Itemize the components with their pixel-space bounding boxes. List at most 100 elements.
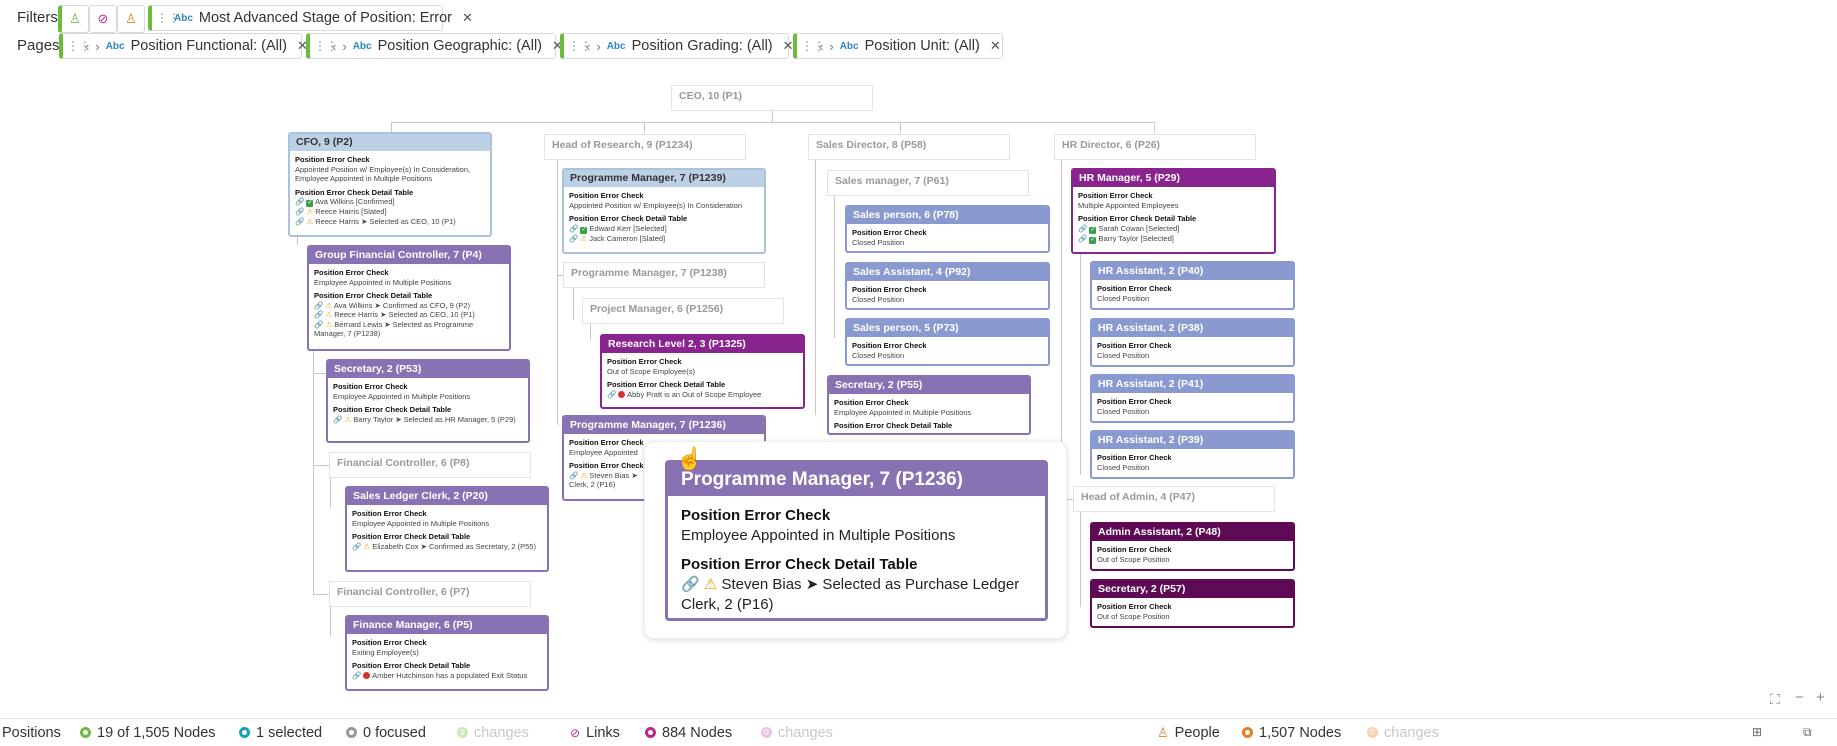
text-type-icon: Abc	[839, 40, 859, 52]
chevron-right-icon[interactable]: ›	[829, 39, 833, 54]
node-hr-manager[interactable]: HR Manager, 5 (P29) Position Error Check…	[1071, 168, 1276, 254]
warning-icon: ⚠	[344, 414, 352, 424]
zoom-in-icon[interactable]: +	[1816, 689, 1825, 706]
chevron-left-icon[interactable]: ‹	[332, 39, 336, 54]
status-positions-changes[interactable]: 0 changes	[457, 725, 529, 741]
node-title: Programme Manager, 7 (P1236)	[564, 417, 764, 434]
status-selected[interactable]: 1 selected	[239, 725, 322, 741]
node-hr-assistant-p39[interactable]: HR Assistant, 2 (P39) Position Error Che…	[1090, 430, 1295, 479]
pages-label: Pages	[17, 37, 60, 54]
node-head-of-admin[interactable]: Head of Admin, 4 (P47)	[1073, 486, 1275, 512]
add-panel-icon[interactable]: ⊞	[1752, 725, 1762, 739]
detail-table-heading: Position Error Check Detail Table	[333, 405, 452, 414]
filter-pill-stage[interactable]: ⋮⋮ Abc Most Advanced Stage of Position: …	[148, 5, 473, 31]
node-hr-assistant-p41[interactable]: HR Assistant, 2 (P41) Position Error Che…	[1090, 374, 1295, 423]
detail-table-heading: Position Error Check Detail Table	[607, 380, 726, 389]
fit-screen-icon[interactable]: ⛶	[1770, 691, 1780, 708]
window-icon[interactable]: ⧉	[1803, 725, 1812, 740]
link-icon: 🔗	[314, 310, 324, 319]
error-check-heading: Position Error Check	[834, 398, 909, 407]
error-check-heading: Position Error Check	[1097, 341, 1172, 350]
node-title: HR Assistant, 2 (P41)	[1092, 376, 1293, 393]
error-check-heading: Position Error Check	[1097, 602, 1172, 611]
status-people-changes[interactable]: 0 changes	[1367, 725, 1439, 741]
node-sales-ledger-clerk[interactable]: Sales Ledger Clerk, 2 (P20) Position Err…	[345, 486, 549, 572]
chevron-right-icon[interactable]: ›	[95, 39, 99, 54]
link-icon: 🔗	[569, 233, 579, 243]
drag-handle-icon[interactable]: ⋮⋮	[314, 39, 338, 53]
drag-handle-icon[interactable]: ⋮⋮	[156, 11, 180, 25]
node-cfo[interactable]: CFO, 9 (P2) Position Error Check Appoint…	[288, 132, 492, 237]
status-focused[interactable]: 0 focused	[346, 725, 426, 741]
node-hr-assistant-p40[interactable]: HR Assistant, 2 (P40) Position Error Che…	[1090, 261, 1295, 310]
chevron-right-icon[interactable]: ›	[342, 39, 346, 54]
status-people-nodes[interactable]: 1,507 Nodes	[1242, 725, 1341, 741]
node-title: Programme Manager, 7 (P1239)	[564, 170, 764, 187]
node-group-financial-controller[interactable]: Group Financial Controller, 7 (P4) Posit…	[307, 245, 511, 351]
drag-handle-icon[interactable]: ⋮⋮	[67, 39, 91, 53]
node-programme-manager-p1238[interactable]: Programme Manager, 7 (P1238)	[563, 262, 765, 288]
zoom-out-icon[interactable]: −	[1795, 689, 1804, 706]
error-check-heading: Position Error Check	[1078, 191, 1153, 200]
person-icon[interactable]: ♙	[117, 5, 145, 33]
node-secretary-p53[interactable]: Secretary, 2 (P53) Position Error Check …	[326, 359, 530, 443]
node-finance-manager[interactable]: Finance Manager, 6 (P5) Position Error C…	[345, 615, 549, 691]
chevron-right-icon[interactable]: ›	[596, 39, 600, 54]
detail-row: 🔗 ⚠ Bernard Lewis ➤ Selected as Programm…	[314, 319, 474, 339]
error-check-heading: Position Error Check	[569, 191, 644, 200]
page-pill-functional[interactable]: ⋮⋮ ‹ › Abc Position Functional: (All) ✕	[59, 33, 308, 59]
chevron-left-icon[interactable]: ‹	[586, 39, 590, 54]
page-pill-unit[interactable]: ⋮⋮ ‹ › Abc Position Unit: (All) ✕	[793, 33, 1003, 59]
chevron-left-icon[interactable]: ‹	[85, 39, 89, 54]
node-programme-manager-p1239[interactable]: Programme Manager, 7 (P1239) Position Er…	[562, 168, 766, 254]
text-type-icon: Abc	[352, 40, 372, 52]
node-sales-person-p78[interactable]: Sales person, 6 (P78) Position Error Che…	[845, 205, 1050, 253]
status-positions-nodes[interactable]: 19 of 1,505 Nodes	[80, 725, 216, 741]
node-secretary-p55[interactable]: Secretary, 2 (P55) Position Error Check …	[827, 375, 1031, 435]
page-pill-grading[interactable]: ⋮⋮ ‹ › Abc Position Grading: (All) ✕	[560, 33, 794, 59]
status-links-nodes[interactable]: 884 Nodes	[645, 725, 732, 741]
warning-icon: ⚠	[703, 576, 718, 593]
node-research-level-2[interactable]: Research Level 2, 3 (P1325) Position Err…	[600, 334, 805, 409]
node-head-of-research[interactable]: Head of Research, 9 (P1234)	[544, 134, 746, 160]
node-sales-manager[interactable]: Sales manager, 7 (P61)	[827, 170, 1029, 196]
node-project-manager[interactable]: Project Manager, 6 (P1256)	[582, 298, 784, 324]
drag-handle-icon[interactable]: ⋮⋮	[801, 39, 825, 53]
node-title: HR Assistant, 2 (P39)	[1092, 432, 1293, 449]
detail-table-heading: Position Error Check Detail Table	[295, 187, 414, 197]
close-icon[interactable]: ✕	[462, 10, 473, 26]
node-admin-assistant-p48[interactable]: Admin Assistant, 2 (P48) Position Error …	[1090, 522, 1295, 571]
link-icon: ⊘	[570, 725, 581, 740]
link-icon[interactable]: ⊘	[89, 5, 117, 33]
status-links[interactable]: ⊘ Links	[570, 725, 620, 741]
node-financial-controller-p8[interactable]: Financial Controller, 6 (P8)	[329, 452, 531, 478]
node-title: HR Assistant, 2 (P38)	[1092, 320, 1293, 337]
node-sales-person-p73[interactable]: Sales person, 5 (P73) Position Error Che…	[845, 318, 1050, 366]
detail-row: 🔗 ⚠ Reece Harris [Slated]	[295, 207, 387, 216]
drag-handle-icon[interactable]: ⋮⋮	[568, 39, 592, 53]
node-title: Sales Assistant, 4 (P92)	[847, 264, 1048, 281]
node-financial-controller-p7[interactable]: Financial Controller, 6 (P7)	[329, 581, 531, 607]
node-sales-assistant-p92[interactable]: Sales Assistant, 4 (P92) Position Error …	[845, 262, 1050, 310]
close-icon[interactable]: ✕	[783, 38, 794, 54]
link-icon: 🔗	[314, 300, 324, 310]
node-sales-director[interactable]: Sales Director, 8 (P58)	[808, 134, 1010, 160]
link-icon: 🔗	[352, 670, 362, 680]
chevron-left-icon[interactable]: ‹	[819, 39, 823, 54]
status-links-changes[interactable]: 0 changes	[761, 725, 833, 741]
node-hr-assistant-p38[interactable]: HR Assistant, 2 (P38) Position Error Che…	[1090, 318, 1295, 367]
detail-row: 🔗 Amber Hutchinson has a populated Exit …	[352, 670, 528, 680]
person-icon[interactable]: ♙	[58, 5, 89, 33]
changes-badge: 0	[457, 727, 468, 738]
error-check-text: Closed Position	[852, 350, 905, 360]
tooltip-detail-table-heading: Position Error Check Detail Table	[681, 556, 918, 573]
filter-icon-group: ♙ ⊘ ♙	[58, 5, 145, 33]
page-pill-geographic[interactable]: ⋮⋮ ‹ › Abc Position Geographic: (All) ✕	[306, 33, 563, 59]
node-secretary-p57[interactable]: Secretary, 2 (P57) Position Error Check O…	[1090, 579, 1295, 628]
close-icon[interactable]: ✕	[990, 38, 1001, 54]
node-ceo[interactable]: CEO, 10 (P1)	[671, 85, 873, 111]
error-check-text: Out of Scope Position	[1097, 554, 1170, 564]
status-people[interactable]: ♙ People	[1157, 725, 1220, 741]
node-hr-director[interactable]: HR Director, 6 (P26)	[1054, 134, 1256, 160]
error-check-text: Closed Position	[1097, 293, 1150, 303]
